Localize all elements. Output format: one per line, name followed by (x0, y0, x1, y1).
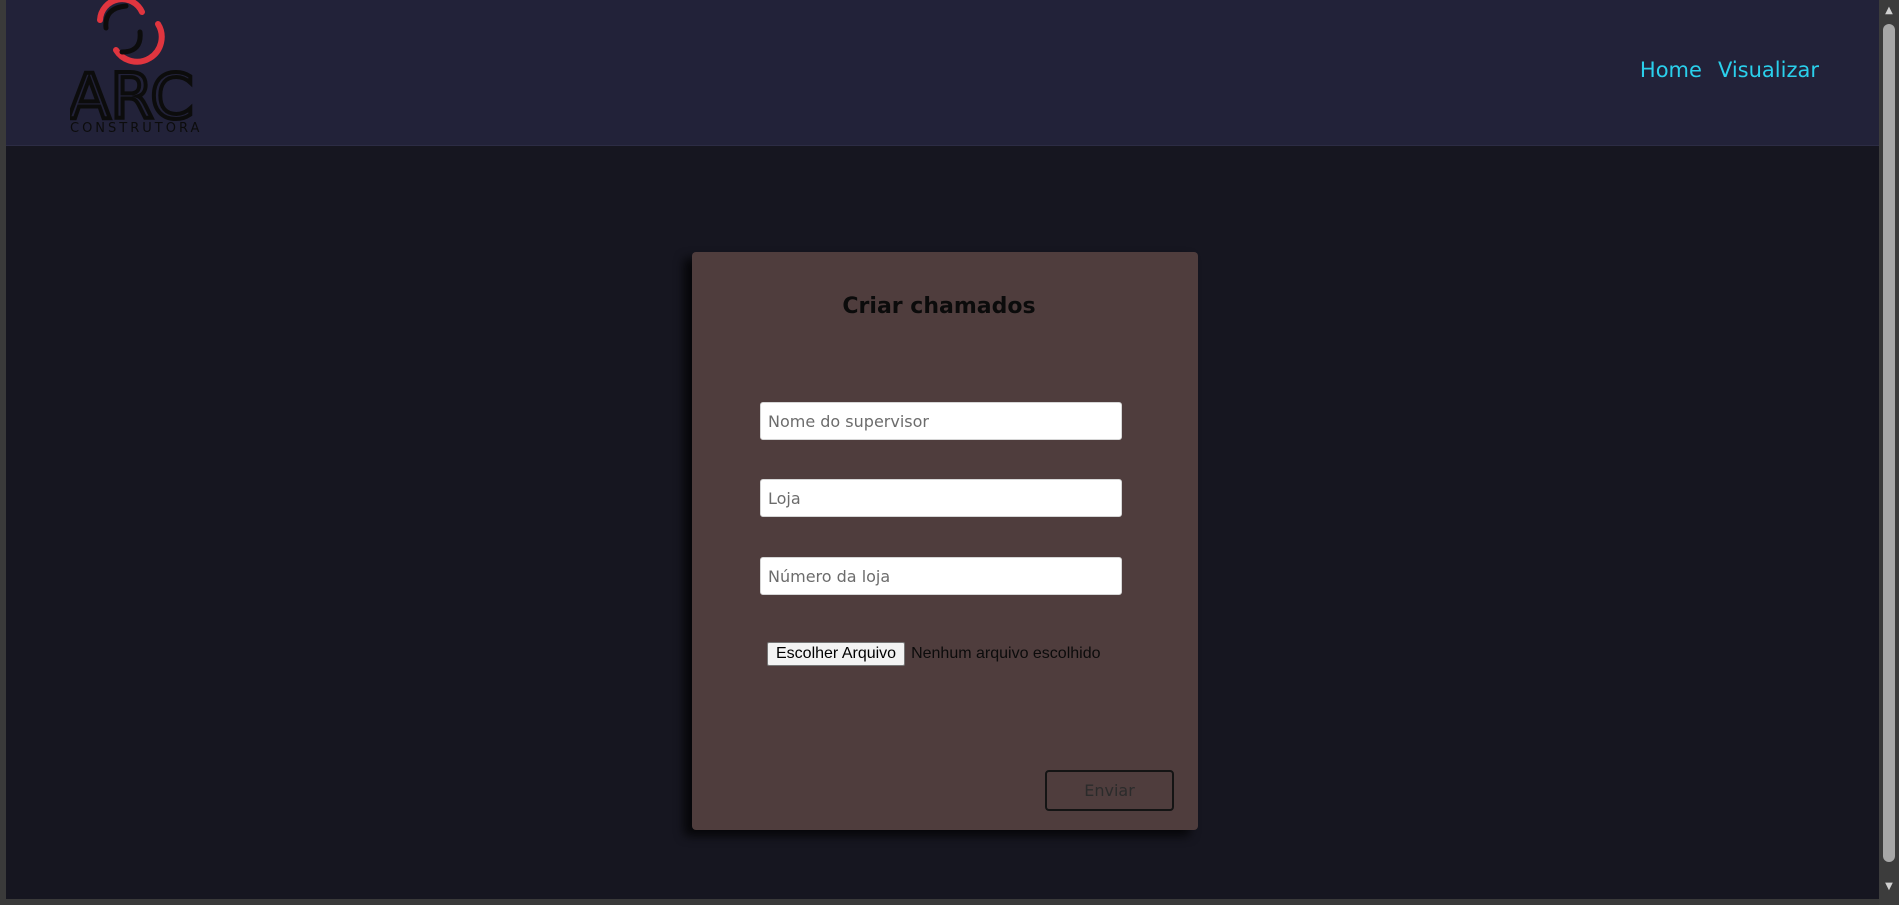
nav-link-home[interactable]: Home (1640, 58, 1702, 82)
arc-logo-icon: ARC CONSTRUTORA (66, 0, 202, 136)
choose-file-button[interactable]: Escolher Arquivo (767, 642, 906, 666)
scroll-up-icon[interactable]: ▲ (1879, 2, 1899, 20)
scroll-thumb[interactable] (1883, 24, 1895, 862)
submit-button[interactable]: Enviar (1045, 770, 1174, 811)
file-status-text: Nenhum arquivo escolhido (911, 645, 1101, 662)
page-viewport: ARC CONSTRUTORA Home Visualizar (6, 0, 1879, 899)
scroll-down-icon[interactable]: ▼ (1879, 878, 1899, 896)
logo-subtitle: CONSTRUTORA (70, 121, 202, 135)
nav-link-visualizar[interactable]: Visualizar (1718, 58, 1819, 82)
store-number-input[interactable] (760, 557, 1122, 595)
card-title: Criar chamados (842, 294, 1036, 319)
arc-logo[interactable]: ARC CONSTRUTORA (66, 0, 210, 136)
main-nav: Home Visualizar (1640, 58, 1819, 82)
site-header: ARC CONSTRUTORA Home Visualizar (6, 0, 1879, 146)
vertical-scrollbar[interactable]: ▲ ▼ (1879, 0, 1899, 905)
supervisor-name-input[interactable] (760, 402, 1122, 440)
form-card (692, 252, 1198, 830)
store-input[interactable] (760, 479, 1122, 517)
file-picker: Escolher Arquivo Nenhum arquivo escolhid… (767, 642, 1101, 666)
window-bottom-edge (0, 899, 1879, 905)
